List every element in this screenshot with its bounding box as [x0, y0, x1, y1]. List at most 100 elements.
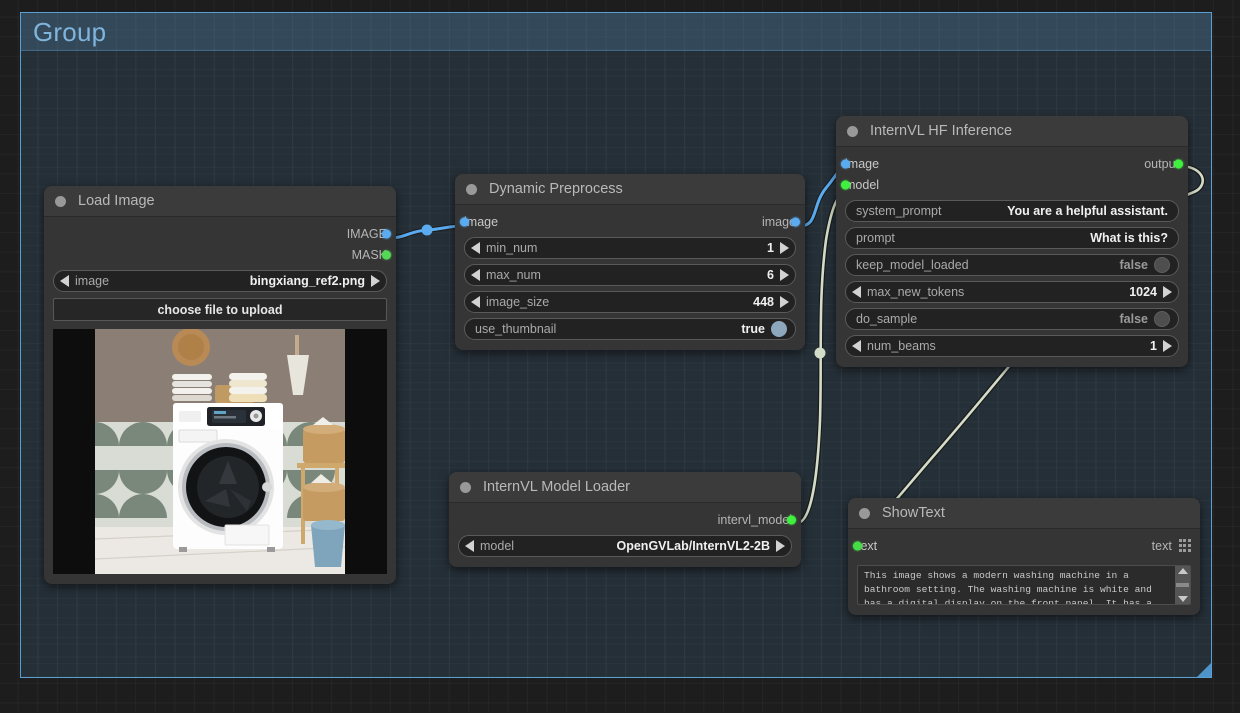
- output-port-output-icon[interactable]: [1174, 159, 1183, 168]
- widget-do-sample[interactable]: do_sample false: [845, 308, 1179, 330]
- grid-dots-icon[interactable]: [1178, 539, 1191, 552]
- io-slot-row-image[interactable]: image image: [460, 211, 800, 232]
- chevron-right-icon[interactable]: [780, 269, 789, 281]
- widget-image-combo[interactable]: image bingxiang_ref2.png: [53, 270, 387, 292]
- node-internvl-model-loader[interactable]: InternVL Model Loader intervl_model mode…: [449, 472, 801, 567]
- scroll-up-icon[interactable]: [1177, 568, 1188, 574]
- widget-label: do_sample: [856, 312, 918, 326]
- input-port-image-icon[interactable]: [460, 217, 469, 226]
- node-graph-canvas[interactable]: Group Load Image IMAGE MASK image bingxi…: [0, 0, 1240, 713]
- chevron-left-icon[interactable]: [471, 242, 480, 254]
- widget-value: false: [1119, 312, 1149, 326]
- toggle-knob-icon[interactable]: [1154, 257, 1170, 273]
- widget-label: system_prompt: [856, 204, 942, 218]
- widget-value: false: [1119, 258, 1149, 272]
- input-slot-label: model: [845, 177, 880, 192]
- widget-system-prompt[interactable]: system_prompt You are a helpful assistan…: [845, 200, 1179, 222]
- widget-keep-model-loaded[interactable]: keep_model_loaded false: [845, 254, 1179, 276]
- group-header[interactable]: [21, 13, 1211, 51]
- widget-label: keep_model_loaded: [856, 258, 969, 272]
- widget-value: true: [741, 322, 765, 336]
- chevron-right-icon[interactable]: [371, 275, 380, 287]
- output-port-image-icon[interactable]: [791, 217, 800, 226]
- chevron-right-icon[interactable]: [1163, 286, 1172, 298]
- node-load-image[interactable]: Load Image IMAGE MASK image bingxiang_re…: [44, 186, 396, 584]
- widget-label: use_thumbnail: [475, 322, 557, 336]
- node-collapse-icon[interactable]: [55, 195, 66, 207]
- chevron-left-icon[interactable]: [465, 540, 474, 552]
- widget-num-beams[interactable]: num_beams 1: [845, 335, 1179, 357]
- node-body: text text This image shows a modern wash…: [848, 529, 1200, 615]
- input-slot-label: image: [845, 156, 880, 171]
- output-slot-label: IMAGE: [346, 226, 387, 241]
- scroll-down-icon[interactable]: [1177, 596, 1188, 602]
- widget-image-size[interactable]: image_size 448: [464, 291, 796, 313]
- output-port-image-icon[interactable]: [382, 229, 391, 238]
- widget-label: image_size: [486, 295, 550, 309]
- node-title-bar[interactable]: Load Image: [44, 186, 396, 217]
- output-slot-label: intervl_model: [717, 512, 792, 527]
- chevron-right-icon[interactable]: [776, 540, 785, 552]
- group-title: Group: [33, 17, 107, 47]
- chevron-right-icon[interactable]: [780, 296, 789, 308]
- node-title-text: ShowText: [882, 505, 945, 521]
- node-title-bar[interactable]: InternVL Model Loader: [449, 472, 801, 503]
- image-preview[interactable]: [53, 329, 387, 574]
- node-collapse-icon[interactable]: [859, 507, 870, 519]
- node-title-text: InternVL HF Inference: [870, 123, 1013, 139]
- washing-machine-illustration: [95, 329, 345, 574]
- node-dynamic-preprocess[interactable]: Dynamic Preprocess image image min_num 1…: [455, 174, 805, 350]
- widget-min-num[interactable]: min_num 1: [464, 237, 796, 259]
- input-port-text-icon[interactable]: [853, 541, 862, 550]
- widget-use-thumbnail[interactable]: use_thumbnail true: [464, 318, 796, 340]
- node-internvl-hf-inference[interactable]: InternVL HF Inference image output model…: [836, 116, 1188, 367]
- chevron-right-icon[interactable]: [780, 242, 789, 254]
- output-port-mask-icon[interactable]: [382, 250, 391, 259]
- chevron-left-icon[interactable]: [471, 269, 480, 281]
- io-slot-row-text[interactable]: text text: [853, 535, 1191, 556]
- widget-prompt[interactable]: prompt What is this?: [845, 227, 1179, 249]
- widget-value: 1024: [1129, 285, 1157, 299]
- node-title-text: Dynamic Preprocess: [489, 181, 623, 197]
- widget-label: min_num: [486, 241, 538, 255]
- output-slot-mask[interactable]: MASK: [53, 244, 391, 265]
- widget-value: 6: [767, 268, 774, 282]
- text-output-area[interactable]: This image shows a modern washing machin…: [857, 565, 1191, 605]
- widget-value: bingxiang_ref2.png: [249, 274, 365, 288]
- widget-model[interactable]: model OpenGVLab/InternVL2-2B: [458, 535, 792, 557]
- output-port-model-icon[interactable]: [787, 515, 796, 524]
- input-port-image-icon[interactable]: [841, 159, 850, 168]
- input-port-model-icon[interactable]: [841, 180, 850, 189]
- widget-max-new-tokens[interactable]: max_new_tokens 1024: [845, 281, 1179, 303]
- node-title-bar[interactable]: Dynamic Preprocess: [455, 174, 805, 205]
- chevron-left-icon[interactable]: [852, 286, 861, 298]
- node-title-text: InternVL Model Loader: [483, 479, 630, 495]
- chevron-left-icon[interactable]: [852, 340, 861, 352]
- widget-label: num_beams: [867, 339, 936, 353]
- scrollbar-thumb[interactable]: [1176, 583, 1189, 587]
- widget-value: 1: [1150, 339, 1157, 353]
- chevron-left-icon[interactable]: [471, 296, 480, 308]
- node-collapse-icon[interactable]: [847, 125, 858, 137]
- toggle-knob-icon[interactable]: [1154, 311, 1170, 327]
- group-resize-handle[interactable]: [1197, 663, 1211, 677]
- chevron-right-icon[interactable]: [1163, 340, 1172, 352]
- node-title-bar[interactable]: InternVL HF Inference: [836, 116, 1188, 147]
- node-show-text[interactable]: ShowText text text This image shows a mo…: [848, 498, 1200, 615]
- widget-max-num[interactable]: max_num 6: [464, 264, 796, 286]
- upload-file-button[interactable]: choose file to upload: [53, 298, 387, 321]
- output-slot-image[interactable]: IMAGE: [53, 223, 391, 244]
- io-slot-row-image-output[interactable]: image output: [841, 153, 1183, 174]
- node-title-bar[interactable]: ShowText: [848, 498, 1200, 529]
- input-slot-label: image: [464, 214, 499, 229]
- text-scrollbar[interactable]: [1175, 566, 1190, 604]
- toggle-knob-icon[interactable]: [771, 321, 787, 337]
- node-body: image image min_num 1 max_num 6 image_si…: [455, 205, 805, 350]
- input-slot-model[interactable]: model: [841, 174, 1179, 195]
- text-output-value: This image shows a modern washing machin…: [864, 570, 1152, 605]
- chevron-left-icon[interactable]: [60, 275, 69, 287]
- node-collapse-icon[interactable]: [460, 481, 471, 493]
- widget-label: max_new_tokens: [867, 285, 965, 299]
- output-slot-intervl-model[interactable]: intervl_model: [458, 509, 796, 530]
- node-collapse-icon[interactable]: [466, 183, 477, 195]
